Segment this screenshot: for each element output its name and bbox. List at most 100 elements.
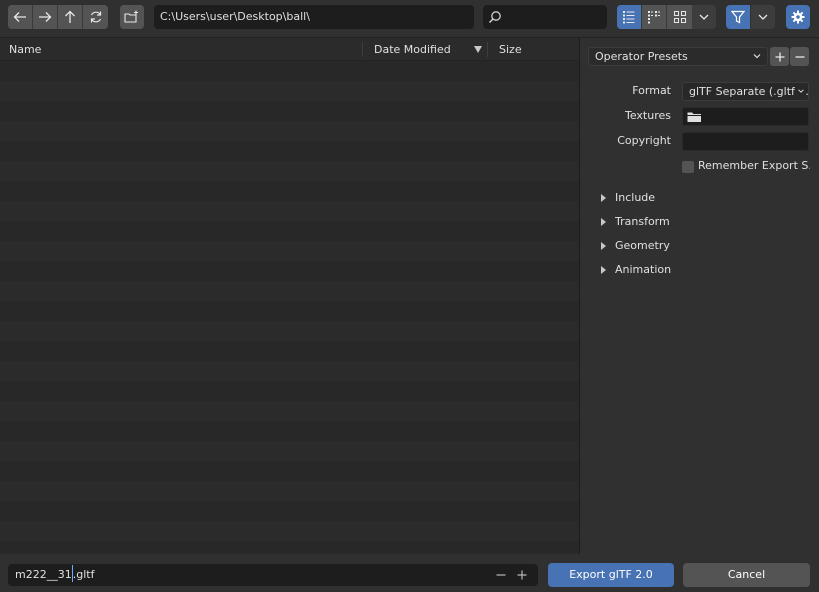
section-geometry[interactable]: Geometry bbox=[601, 239, 670, 252]
folder-icon bbox=[687, 112, 701, 122]
forward-button[interactable] bbox=[33, 5, 58, 29]
search-icon bbox=[488, 11, 501, 24]
file-rows bbox=[0, 61, 579, 554]
table-row bbox=[0, 201, 579, 221]
horizontal-list-button[interactable] bbox=[642, 5, 667, 29]
table-row bbox=[0, 461, 579, 481]
table-row bbox=[0, 261, 579, 281]
refresh-icon bbox=[90, 11, 101, 23]
filename-text-before-caret: m222__31 bbox=[15, 568, 72, 581]
table-row bbox=[0, 321, 579, 341]
list-view-icon bbox=[623, 11, 635, 24]
column-divider bbox=[487, 42, 488, 57]
format-value: glTF Separate (.gltf ... bbox=[689, 85, 809, 98]
search-input[interactable] bbox=[483, 5, 607, 29]
filter-icon bbox=[731, 10, 745, 24]
chevron-down-icon bbox=[758, 14, 768, 20]
operator-presets-dropdown[interactable]: Operator Presets bbox=[588, 47, 768, 66]
remember-export-settings-label[interactable]: Remember Export S... bbox=[698, 159, 810, 172]
table-row bbox=[0, 541, 579, 554]
table-row bbox=[0, 221, 579, 241]
column-date-modified[interactable]: Date Modified bbox=[374, 38, 451, 61]
increment-filename-button[interactable] bbox=[517, 564, 527, 580]
settings-gear-icon bbox=[791, 10, 805, 24]
column-name[interactable]: Name bbox=[9, 38, 41, 61]
table-row bbox=[0, 401, 579, 421]
table-row bbox=[0, 481, 579, 501]
forward-icon bbox=[39, 12, 52, 22]
format-label: Format bbox=[632, 84, 671, 97]
minus-icon bbox=[496, 574, 506, 576]
parent-directory-icon bbox=[65, 10, 75, 23]
column-divider bbox=[362, 42, 363, 57]
copyright-input[interactable] bbox=[682, 132, 809, 151]
table-row bbox=[0, 361, 579, 381]
chevron-down-icon bbox=[753, 54, 761, 59]
table-row bbox=[0, 61, 579, 81]
section-animation[interactable]: Animation bbox=[601, 263, 671, 276]
filename-input[interactable]: m222__31.gltf bbox=[8, 564, 538, 586]
remove-preset-button[interactable] bbox=[790, 47, 809, 66]
section-include-label: Include bbox=[615, 191, 656, 204]
remember-export-settings-checkbox[interactable] bbox=[682, 161, 694, 173]
column-size[interactable]: Size bbox=[499, 38, 522, 61]
new-folder-button[interactable] bbox=[120, 5, 144, 29]
refresh-button[interactable] bbox=[83, 5, 108, 29]
back-icon bbox=[13, 12, 26, 22]
navigation-buttons bbox=[8, 5, 108, 29]
plus-icon bbox=[517, 570, 527, 580]
parent-directory-button[interactable] bbox=[58, 5, 83, 29]
thumbnail-view-button[interactable] bbox=[667, 5, 692, 29]
textures-label: Textures bbox=[625, 109, 671, 122]
section-transform-label: Transform bbox=[615, 215, 670, 228]
filename-text-after-caret: .gltf bbox=[72, 568, 95, 581]
table-row bbox=[0, 301, 579, 321]
vertical-list-button[interactable] bbox=[617, 5, 642, 29]
display-mode-buttons bbox=[617, 5, 692, 29]
export-button[interactable]: Export glTF 2.0 bbox=[548, 563, 674, 587]
decrement-filename-button[interactable] bbox=[496, 564, 506, 580]
filter-settings-dropdown[interactable] bbox=[751, 5, 775, 29]
disclosure-triangle-icon bbox=[601, 241, 606, 250]
new-folder-icon bbox=[124, 10, 138, 23]
disclosure-triangle-icon bbox=[601, 265, 606, 274]
section-animation-label: Animation bbox=[615, 263, 672, 276]
section-geometry-label: Geometry bbox=[615, 239, 670, 252]
back-button[interactable] bbox=[8, 5, 33, 29]
table-row bbox=[0, 181, 579, 201]
table-row bbox=[0, 501, 579, 521]
table-row bbox=[0, 281, 579, 301]
textures-path-input[interactable] bbox=[682, 107, 809, 126]
table-row bbox=[0, 441, 579, 461]
minus-icon bbox=[795, 55, 804, 58]
sort-descending-icon bbox=[474, 46, 482, 53]
export-options-sidebar: Operator Presets Format glTF Separate (.… bbox=[580, 38, 819, 554]
directory-path-input[interactable]: C:\Users\user\Desktop\ball\ bbox=[154, 5, 474, 29]
chevron-down-icon bbox=[795, 86, 805, 96]
disclosure-triangle-icon bbox=[601, 217, 606, 226]
table-row bbox=[0, 141, 579, 161]
file-browser-toolbar: C:\Users\user\Desktop\ball\ bbox=[0, 0, 819, 38]
table-row bbox=[0, 241, 579, 261]
column-header-bar: Name Date Modified Size bbox=[0, 38, 579, 61]
settings-toggle-button[interactable] bbox=[786, 5, 810, 29]
format-dropdown[interactable]: glTF Separate (.gltf ... bbox=[682, 82, 809, 101]
table-row bbox=[0, 521, 579, 541]
table-row bbox=[0, 341, 579, 361]
operator-presets-label: Operator Presets bbox=[595, 50, 688, 63]
thumbnail-view-icon bbox=[673, 11, 686, 23]
short-list-icon bbox=[648, 11, 660, 24]
display-settings-dropdown[interactable] bbox=[692, 5, 716, 29]
table-row bbox=[0, 161, 579, 181]
table-row bbox=[0, 101, 579, 121]
file-execute-bar: m222__31.gltf Export glTF 2.0 Cancel bbox=[0, 554, 819, 592]
section-include[interactable]: Include bbox=[601, 191, 655, 204]
table-row bbox=[0, 121, 579, 141]
file-list[interactable]: Name Date Modified Size bbox=[0, 38, 579, 554]
section-transform[interactable]: Transform bbox=[601, 215, 670, 228]
disclosure-triangle-icon bbox=[601, 193, 606, 202]
cancel-button[interactable]: Cancel bbox=[683, 563, 810, 587]
filter-toggle-button[interactable] bbox=[726, 5, 750, 29]
add-preset-button[interactable] bbox=[770, 47, 789, 66]
table-row bbox=[0, 421, 579, 441]
